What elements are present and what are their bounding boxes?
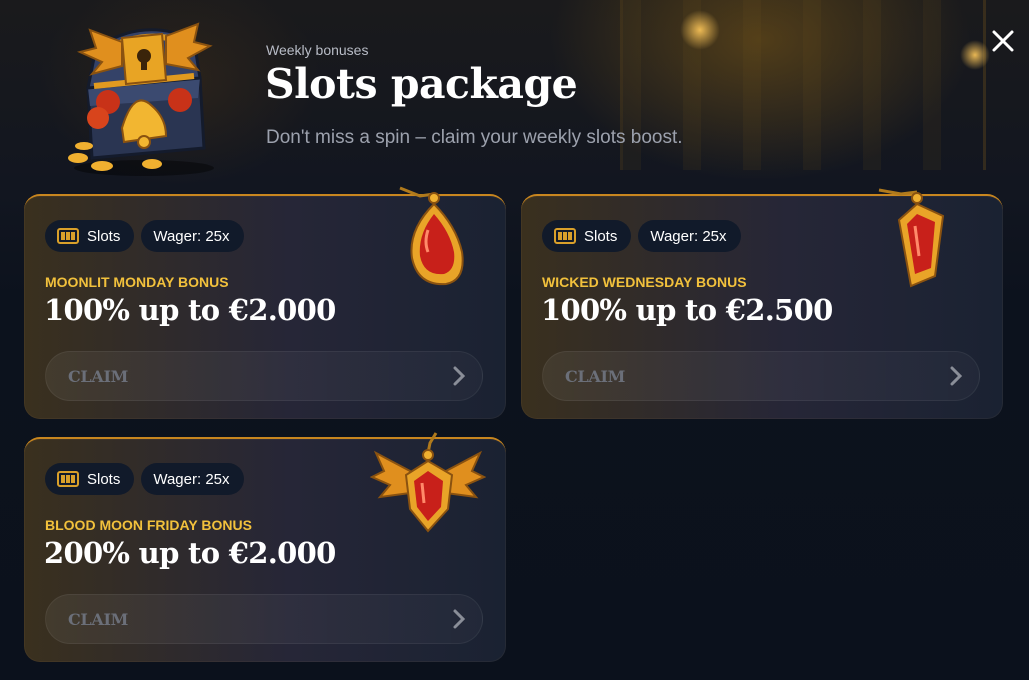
wager-tag: Wager: 25x xyxy=(141,220,244,252)
bonus-name: WICKED WEDNESDAY BONUS xyxy=(542,274,747,290)
page-title: Slots package xyxy=(265,60,578,108)
category-tag: Slots xyxy=(45,463,135,495)
category-tag: Slots xyxy=(542,220,632,252)
category-label: Slots xyxy=(584,227,618,245)
slot-machine-icon xyxy=(554,228,576,244)
wager-label: Wager: 25x xyxy=(650,227,727,245)
claim-button[interactable]: CLAIM xyxy=(45,351,483,401)
header-eyebrow: Weekly bonuses xyxy=(266,42,369,58)
wager-label: Wager: 25x xyxy=(153,470,230,488)
claim-button[interactable]: CLAIM xyxy=(542,351,980,401)
category-label: Slots xyxy=(87,470,121,488)
bonus-amount: 100% up to €2.000 xyxy=(44,293,336,327)
red-drop-pendant-icon xyxy=(399,186,464,286)
bonus-amount: 100% up to €2.500 xyxy=(541,293,833,327)
chevron-right-icon xyxy=(950,366,963,386)
claim-label: CLAIM xyxy=(68,366,129,386)
wager-tag: Wager: 25x xyxy=(141,463,244,495)
category-label: Slots xyxy=(87,227,121,245)
treasure-chest-icon xyxy=(68,22,214,176)
bonus-card: Slots Wager: 25x MOONLIT MONDAY BONUS 10… xyxy=(24,186,506,419)
slot-machine-icon xyxy=(57,471,79,487)
page-subtitle: Don't miss a spin – claim your weekly sl… xyxy=(266,127,683,148)
bonus-tags: Slots Wager: 25x xyxy=(45,220,244,252)
candle-glow xyxy=(680,10,720,50)
bonus-card: Slots Wager: 25x BLOOD MOON FRIDAY BONUS… xyxy=(24,432,506,662)
slot-machine-icon xyxy=(57,228,79,244)
bonus-card: Slots Wager: 25x WICKED WEDNESDAY BONUS … xyxy=(521,188,1003,419)
bonus-tags: Slots Wager: 25x xyxy=(45,463,244,495)
bonus-tags: Slots Wager: 25x xyxy=(542,220,741,252)
bonus-name: MOONLIT MONDAY BONUS xyxy=(45,274,229,290)
bonus-name: BLOOD MOON FRIDAY BONUS xyxy=(45,517,252,533)
winged-heart-pendant-icon xyxy=(370,432,486,533)
bonus-amount: 200% up to €2.000 xyxy=(44,536,336,570)
claim-label: CLAIM xyxy=(565,366,626,386)
chevron-right-icon xyxy=(453,366,466,386)
red-coffin-pendant-icon xyxy=(878,188,945,288)
wager-tag: Wager: 25x xyxy=(638,220,741,252)
claim-button[interactable]: CLAIM xyxy=(45,594,483,644)
claim-label: CLAIM xyxy=(68,609,129,629)
chevron-right-icon xyxy=(453,609,466,629)
wager-label: Wager: 25x xyxy=(153,227,230,245)
close-icon xyxy=(992,30,1014,52)
category-tag: Slots xyxy=(45,220,135,252)
close-button[interactable] xyxy=(985,23,1021,59)
